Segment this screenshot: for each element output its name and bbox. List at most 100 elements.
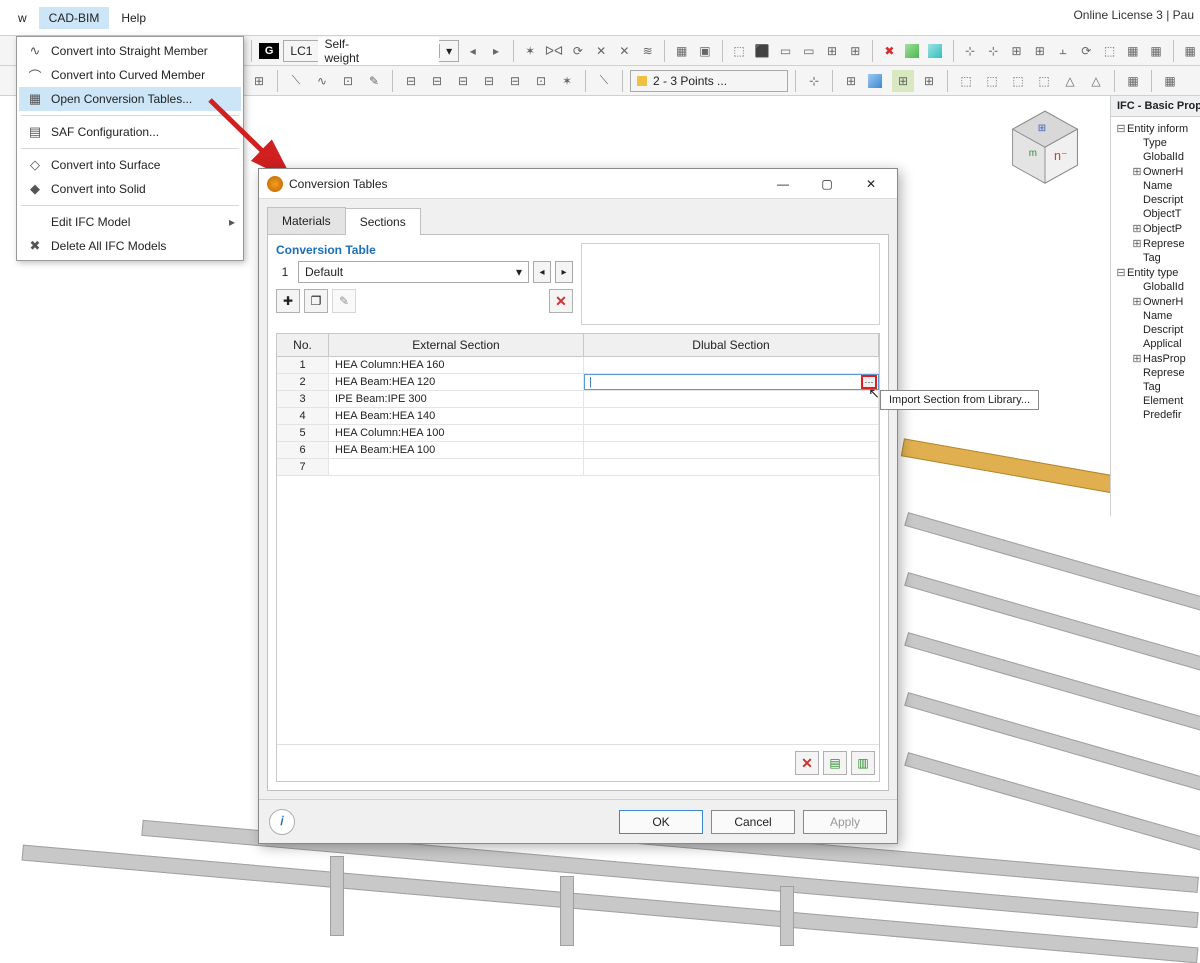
toolbar-icon[interactable]: ⊞	[918, 70, 940, 92]
table-row[interactable]: 3IPE Beam:IPE 300	[277, 391, 879, 408]
external-section-cell[interactable]	[329, 459, 584, 475]
tab-sections[interactable]: Sections	[345, 208, 421, 235]
toolbar-icon[interactable]: ⬚	[955, 70, 977, 92]
toolbar-icon[interactable]: ᐅᐊ	[544, 40, 564, 62]
table-row[interactable]: 4HEA Beam:HEA 140	[277, 408, 879, 425]
toolbar-icon[interactable]: ⊟	[426, 70, 448, 92]
toolbar-icon[interactable]: ✶	[521, 40, 540, 62]
toolbar-icon[interactable]: ⬚	[1100, 40, 1119, 62]
toolbar-icon[interactable]: ✖	[880, 40, 899, 62]
cancel-button[interactable]: Cancel	[711, 810, 795, 834]
external-section-cell[interactable]: HEA Column:HEA 160	[329, 357, 584, 373]
ifc-tree-node[interactable]: Tag	[1113, 251, 1198, 265]
dlubal-section-cell[interactable]	[584, 459, 879, 475]
table-row[interactable]: 7	[277, 459, 879, 476]
toolbar-icon[interactable]: ▣	[695, 40, 714, 62]
col-header-external[interactable]: External Section	[329, 334, 584, 356]
toolbar-icon[interactable]: ∿	[311, 70, 333, 92]
toolbar-icon[interactable]: △	[1059, 70, 1081, 92]
ifc-tree-node[interactable]: ⊞HasProp	[1113, 351, 1198, 366]
tab-materials[interactable]: Materials	[267, 207, 346, 234]
maximize-button[interactable]: ▢	[805, 170, 849, 198]
toolbar-icon[interactable]: ⊹	[960, 40, 979, 62]
ifc-tree-node[interactable]: Element	[1113, 394, 1198, 408]
toolbar-icon[interactable]: ⫠	[1053, 40, 1072, 62]
ifc-tree-node[interactable]: Descript	[1113, 323, 1198, 337]
toolbar-icon[interactable]: ▭	[799, 40, 818, 62]
loadcase-selector[interactable]: LC1 Self-weight ▾	[283, 40, 459, 62]
clear-row-button[interactable]: ✕	[795, 751, 819, 775]
dlubal-section-cell[interactable]	[584, 391, 879, 407]
toolbar-icon[interactable]: ⊟	[452, 70, 474, 92]
menu-item[interactable]: ∿Convert into Straight Member	[19, 39, 241, 63]
ok-button[interactable]: OK	[619, 810, 703, 834]
apply-button[interactable]: Apply	[803, 810, 887, 834]
toolbar-icon[interactable]: ⬛	[753, 40, 772, 62]
navigation-cube[interactable]: m n⁻ ⊞	[1000, 104, 1090, 194]
toolbar-icon[interactable]	[926, 40, 945, 62]
dlubal-section-cell[interactable]	[584, 408, 879, 424]
prev-table-button[interactable]: ◂	[533, 261, 551, 283]
tree-expander-icon[interactable]: ⊞	[1131, 165, 1143, 178]
menu-cad-bim[interactable]: CAD-BIM	[39, 7, 110, 29]
ifc-tree[interactable]: ⊟Entity informTypeGlobalId⊞OwnerHNameDes…	[1111, 117, 1200, 426]
next-table-button[interactable]: ▸	[555, 261, 573, 283]
toolbar-icon[interactable]: ⊡	[337, 70, 359, 92]
table-row[interactable]: 2HEA Beam:HEA 120⋯↖|	[277, 374, 879, 391]
external-section-cell[interactable]: HEA Beam:HEA 140	[329, 408, 584, 424]
dlubal-section-cell[interactable]	[584, 442, 879, 458]
toolbar-icon[interactable]: ⬚	[1033, 70, 1055, 92]
table-row[interactable]: 1HEA Column:HEA 160	[277, 357, 879, 374]
menu-item[interactable]: ⌒Convert into Curved Member	[19, 63, 241, 87]
delete-table-button[interactable]: ✕	[549, 289, 573, 313]
ifc-tree-node[interactable]: ⊟Entity inform	[1113, 121, 1198, 136]
tree-expander-icon[interactable]: ⊞	[1131, 222, 1143, 235]
ifc-tree-node[interactable]: Predefir	[1113, 408, 1198, 422]
menu-help[interactable]: Help	[111, 7, 156, 29]
ifc-tree-node[interactable]: Name	[1113, 309, 1198, 323]
menu-item[interactable]: Edit IFC Model▸	[19, 210, 241, 234]
toolbar-icon[interactable]: ▦	[1123, 40, 1142, 62]
toolbar-icon[interactable]: ⊟	[504, 70, 526, 92]
ifc-tree-node[interactable]: ⊟Entity type	[1113, 265, 1198, 280]
dlubal-section-cell[interactable]	[584, 425, 879, 441]
tree-expander-icon[interactable]: ⊟	[1115, 122, 1127, 135]
toolbar-icon[interactable]: ⟍	[285, 70, 307, 92]
ifc-tree-node[interactable]: ⊞OwnerH	[1113, 294, 1198, 309]
help-button[interactable]: 𝑖	[269, 809, 295, 835]
toolbar-icon[interactable]: ▦	[672, 40, 691, 62]
ifc-tree-node[interactable]: Descript	[1113, 193, 1198, 207]
ifc-tree-node[interactable]: GlobalId	[1113, 280, 1198, 294]
toolbar-icon[interactable]: ▭	[776, 40, 795, 62]
external-section-cell[interactable]: HEA Beam:HEA 120	[329, 374, 584, 390]
toolbar-icon[interactable]: ✕	[591, 40, 610, 62]
col-header-no[interactable]: No.	[277, 334, 329, 356]
col-header-dlubal[interactable]: Dlubal Section	[584, 334, 879, 356]
toolbar-icon[interactable]: ✶	[556, 70, 578, 92]
tree-expander-icon[interactable]: ⊟	[1115, 266, 1127, 279]
close-button[interactable]: ✕	[849, 170, 893, 198]
toolbar-icon[interactable]: ⊹	[803, 70, 825, 92]
toolbar-icon[interactable]: ⊞	[1007, 40, 1026, 62]
next-loadcase-button[interactable]: ▸	[486, 40, 505, 62]
menu-w[interactable]: w	[8, 7, 37, 29]
toolbar-icon[interactable]	[903, 40, 922, 62]
toolbar-icon[interactable]: ⟍	[593, 70, 615, 92]
table-row[interactable]: 6HEA Beam:HEA 100	[277, 442, 879, 459]
toolbar-icon[interactable]: ⟳	[568, 40, 587, 62]
menu-item[interactable]: ✖Delete All IFC Models	[19, 234, 241, 258]
toolbar-icon[interactable]: ✕	[615, 40, 634, 62]
toolbar-icon[interactable]: ▦	[1159, 70, 1181, 92]
toolbar-icon[interactable]: ⬚	[729, 40, 748, 62]
ifc-tree-node[interactable]: Type	[1113, 136, 1198, 150]
ifc-tree-node[interactable]: Represe	[1113, 366, 1198, 380]
ifc-tree-node[interactable]: Tag	[1113, 380, 1198, 394]
dlubal-section-cell[interactable]	[584, 357, 879, 373]
toolbar-icon[interactable]: ▦	[1146, 40, 1165, 62]
toolbar-icon[interactable]: ▦	[1122, 70, 1144, 92]
toolbar-icon[interactable]: ⊹	[984, 40, 1003, 62]
ifc-tree-node[interactable]: ⊞Represe	[1113, 236, 1198, 251]
table-row[interactable]: 5HEA Column:HEA 100	[277, 425, 879, 442]
tree-expander-icon[interactable]: ⊞	[1131, 295, 1143, 308]
prev-loadcase-button[interactable]: ◂	[463, 40, 482, 62]
